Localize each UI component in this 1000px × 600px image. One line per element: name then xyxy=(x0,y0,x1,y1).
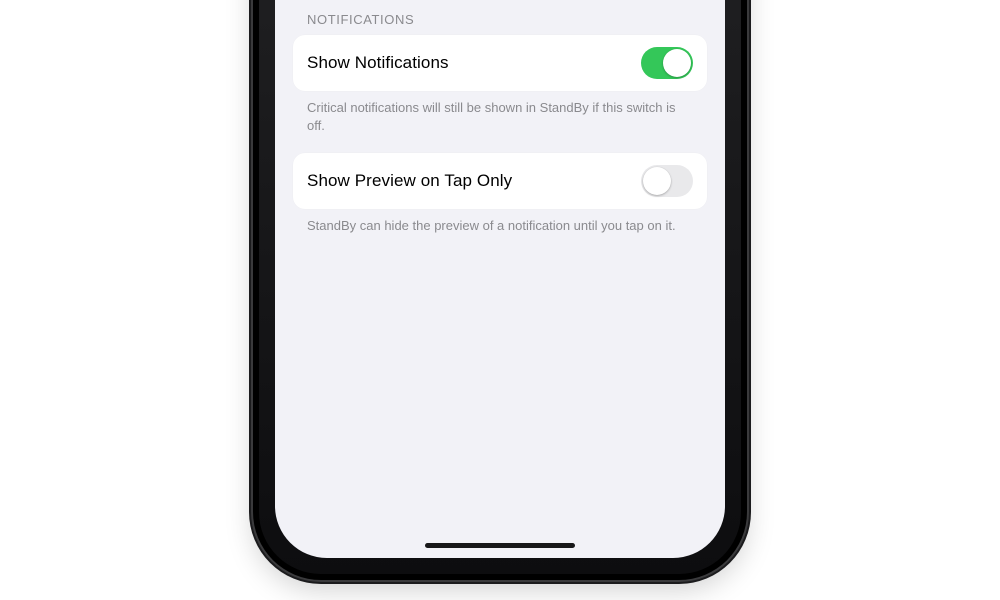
row-label-show-notifications: Show Notifications xyxy=(307,53,449,73)
row-label-show-preview-on-tap-only: Show Preview on Tap Only xyxy=(307,171,512,191)
row-show-notifications: Show Notifications xyxy=(293,35,707,91)
toggle-knob xyxy=(663,49,691,77)
home-indicator[interactable] xyxy=(425,543,575,548)
toggle-show-preview-on-tap-only[interactable] xyxy=(641,165,693,197)
toggle-knob xyxy=(643,167,671,195)
phone-frame: NOTIFICATIONS Show Notifications Critica… xyxy=(253,0,747,580)
phone-screen: NOTIFICATIONS Show Notifications Critica… xyxy=(275,0,725,558)
footer-show-notifications: Critical notifications will still be sho… xyxy=(293,91,707,153)
settings-content: NOTIFICATIONS Show Notifications Critica… xyxy=(275,2,725,253)
footer-show-preview-on-tap-only: StandBy can hide the preview of a notifi… xyxy=(293,209,707,253)
toggle-show-notifications[interactable] xyxy=(641,47,693,79)
section-header-notifications: NOTIFICATIONS xyxy=(293,2,707,35)
row-show-preview-on-tap-only: Show Preview on Tap Only xyxy=(293,153,707,209)
phone-bezel: NOTIFICATIONS Show Notifications Critica… xyxy=(259,0,741,574)
